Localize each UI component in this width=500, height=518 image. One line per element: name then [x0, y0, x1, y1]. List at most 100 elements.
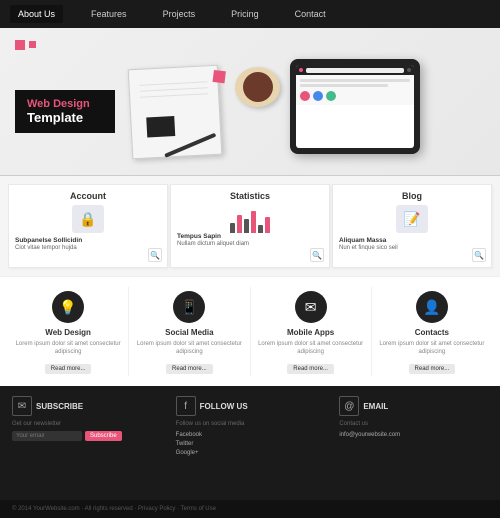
footer-email-text: info@yourwebsite.com: [339, 431, 488, 440]
feature-mobile-apps: ✉ Mobile Apps Lorem ipsum dolor sit amet…: [251, 287, 372, 376]
feature-read-more-btn[interactable]: Read more...: [166, 364, 213, 374]
nav-item-contact[interactable]: Contact: [287, 5, 334, 23]
pink-square-1: [15, 40, 25, 50]
features-section: 💡 Web Design Lorem ipsum dolor sit amet …: [0, 276, 500, 386]
card-statistics: Statistics Tempus Sapin Nullam dictum al…: [170, 184, 330, 268]
feature-read-more-btn[interactable]: Read more...: [45, 364, 92, 374]
tc-icon-blue: [313, 91, 323, 101]
footer: ✉ Subscribe Get our newsletter Subscribe…: [0, 386, 500, 500]
nav-item-pricing[interactable]: Pricing: [223, 5, 267, 23]
footer-email-icon: @: [339, 396, 359, 416]
card-search-btn[interactable]: 🔍: [472, 248, 486, 262]
card-subtitle: Aliquam Massa: [339, 237, 485, 245]
card-subtitle: Tempus Sapin: [177, 233, 323, 241]
tablet-illustration: [290, 59, 420, 154]
coffee-cup: [235, 67, 280, 107]
feature-title: Mobile Apps: [257, 328, 365, 337]
card-title: Statistics: [177, 191, 323, 201]
card-text: Subpanelse Sollicidin Ciot vitae tempor …: [15, 237, 161, 253]
feature-text: Lorem ipsum dolor sit amet consectetur a…: [378, 340, 486, 357]
notebook-illustration: [128, 64, 223, 159]
tc-bar-2: [300, 84, 388, 87]
nav-item-projects[interactable]: Projects: [155, 5, 204, 23]
footer-col-email: @ Email Contact us info@yourwebsite.com: [339, 396, 488, 440]
tablet-navbar: [296, 65, 414, 75]
feature-title: Contacts: [378, 328, 486, 337]
feature-social-media: 📱 Social Media Lorem ipsum dolor sit ame…: [129, 287, 250, 376]
tc-icon-pink: [300, 91, 310, 101]
footer-email-input[interactable]: [12, 431, 82, 441]
card-text: Tempus Sapin Nullam dictum aliquet diam: [177, 233, 323, 249]
hero-line1: Web Design: [27, 98, 103, 110]
tc-bar-1: [300, 79, 410, 82]
feature-text: Lorem ipsum dolor sit amet consectetur a…: [135, 340, 243, 357]
nav-item-about-us[interactable]: About Us: [10, 5, 63, 23]
hero-decoration: [15, 40, 36, 50]
feature-title: Social Media: [135, 328, 243, 337]
cards-section: Account 🔒 Subpanelse Sollicidin Ciot vit…: [0, 176, 500, 276]
footer-col-subscribe: ✉ Subscribe Get our newsletter Subscribe: [12, 396, 161, 441]
footer-follow-us-icon: f: [176, 396, 196, 416]
nb-line-2: [140, 87, 208, 92]
nb-line-1: [140, 81, 208, 86]
card-subtitle: Subpanelse Sollicidin: [15, 237, 161, 245]
footer-bottom: © 2014 YourWebsite.com · All rights rese…: [0, 500, 500, 518]
card-icon-area: 🔒: [15, 205, 161, 233]
feature-icon: 💡: [52, 291, 84, 323]
hero-text-block: Web Design Template: [15, 90, 115, 133]
card-icon-box: 📝: [396, 205, 428, 233]
tc-icons: [300, 91, 410, 101]
footer-subscribe-btn[interactable]: Subscribe: [85, 431, 122, 441]
bar-3: [244, 219, 249, 233]
feature-text: Lorem ipsum dolor sit amet consectetur a…: [14, 340, 122, 357]
footer-subscribe-row: Subscribe: [12, 431, 161, 441]
footer-col-sub: Follow us on social media: [176, 421, 325, 427]
footer-col-follow-us: f Follow Us Follow us on social media Fa…: [176, 396, 325, 458]
hero-line2: Template: [27, 110, 103, 125]
bar-1: [230, 223, 235, 233]
card-title: Account: [15, 191, 161, 201]
feature-icon: ✉: [295, 291, 327, 323]
footer-col-header: ✉ Subscribe: [12, 396, 161, 416]
tablet-content: [296, 75, 414, 105]
footer-col-sub: Get our newsletter: [12, 421, 161, 427]
footer-social-link[interactable]: Facebook: [176, 431, 325, 440]
footer-col-sub: Contact us: [339, 421, 488, 427]
footer-copyright: © 2014 YourWebsite.com · All rights rese…: [12, 506, 216, 512]
feature-icon: 👤: [416, 291, 448, 323]
card-title: Blog: [339, 191, 485, 201]
tablet-dot-1: [299, 68, 303, 72]
tc-icon-green: [326, 91, 336, 101]
navbar: About Us Features Projects Pricing Contact: [0, 0, 500, 28]
hero-section: Web Design Template: [0, 28, 500, 176]
bar-2: [237, 215, 242, 233]
card-text: Aliquam Massa Nun et finque sico seil: [339, 237, 485, 253]
feature-web-design: 💡 Web Design Lorem ipsum dolor sit amet …: [8, 287, 129, 376]
footer-social-link[interactable]: Twitter: [176, 440, 325, 449]
footer-col-header: f Follow Us: [176, 396, 325, 416]
bar-6: [265, 217, 270, 233]
nb-line-3: [140, 93, 208, 98]
pink-square-2: [29, 41, 36, 48]
notebook-lines: [129, 65, 219, 113]
card-icon-box: 🔒: [72, 205, 104, 233]
feature-read-more-btn[interactable]: Read more...: [409, 364, 456, 374]
tablet-screen: [296, 65, 414, 148]
card-icon-area: 📝: [339, 205, 485, 233]
tablet-dot-2: [407, 68, 411, 72]
nav-item-features[interactable]: Features: [83, 5, 135, 23]
card-blog: Blog 📝 Aliquam Massa Nun et finque sico …: [332, 184, 492, 268]
coffee-inner: [243, 72, 273, 102]
feature-icon: 📱: [173, 291, 205, 323]
card-search-btn[interactable]: 🔍: [148, 248, 162, 262]
notebook-card: [146, 116, 175, 137]
tablet-url-bar: [306, 68, 404, 73]
stats-chart: [177, 205, 323, 233]
footer-social-link[interactable]: Google+: [176, 449, 325, 458]
feature-text: Lorem ipsum dolor sit amet consectetur a…: [257, 340, 365, 357]
feature-title: Web Design: [14, 328, 122, 337]
feature-contacts: 👤 Contacts Lorem ipsum dolor sit amet co…: [372, 287, 492, 376]
footer-col-label: Subscribe: [36, 402, 83, 411]
card-search-btn[interactable]: 🔍: [310, 248, 324, 262]
feature-read-more-btn[interactable]: Read more...: [287, 364, 334, 374]
